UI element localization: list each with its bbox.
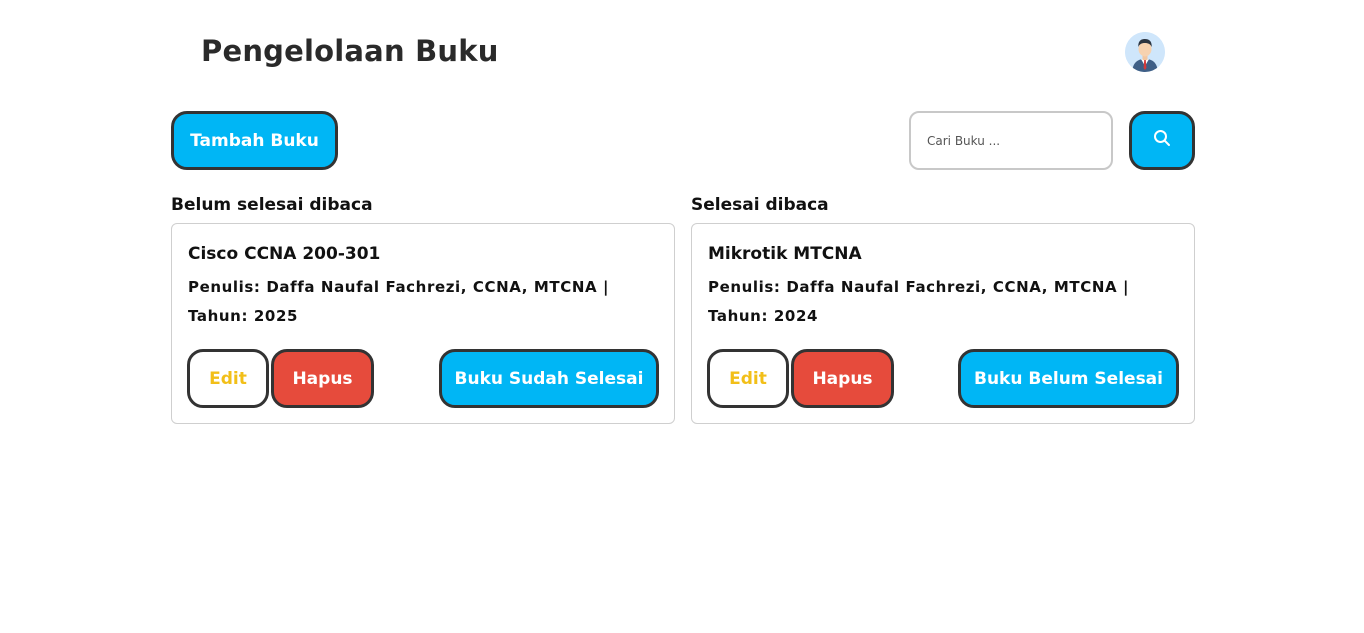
mark-finished-button[interactable]: Buku Sudah Selesai: [439, 349, 659, 408]
book-year: Tahun: 2025: [188, 307, 299, 325]
book-title: Mikrotik MTCNA: [708, 244, 862, 264]
book-year: Tahun: 2024: [708, 307, 819, 325]
search-button[interactable]: [1129, 111, 1195, 170]
book-author: Penulis: Daffa Naufal Fachrezi, CCNA, MT…: [708, 278, 1130, 296]
book-title: Cisco CCNA 200-301: [188, 244, 381, 264]
book-card: Cisco CCNA 200-301 Penulis: Daffa Naufal…: [171, 223, 675, 424]
search-input[interactable]: [909, 111, 1113, 170]
user-avatar-icon[interactable]: [1125, 32, 1165, 72]
section-title-finished: Selesai dibaca: [691, 195, 829, 215]
add-book-button[interactable]: Tambah Buku: [171, 111, 338, 170]
edit-button[interactable]: Edit: [707, 349, 789, 408]
search-icon: [1153, 129, 1171, 152]
book-card: Mikrotik MTCNA Penulis: Daffa Naufal Fac…: [691, 223, 1195, 424]
book-meta: Penulis: Daffa Naufal Fachrezi, CCNA, MT…: [708, 273, 1178, 331]
book-meta: Penulis: Daffa Naufal Fachrezi, CCNA, MT…: [188, 273, 658, 331]
page-title: Pengelolaan Buku: [201, 34, 499, 68]
mark-unfinished-button[interactable]: Buku Belum Selesai: [958, 349, 1179, 408]
book-author: Penulis: Daffa Naufal Fachrezi, CCNA, MT…: [188, 278, 610, 296]
delete-button[interactable]: Hapus: [271, 349, 374, 408]
edit-button[interactable]: Edit: [187, 349, 269, 408]
header: Pengelolaan Buku: [0, 0, 1364, 100]
delete-button[interactable]: Hapus: [791, 349, 894, 408]
section-title-unread: Belum selesai dibaca: [171, 195, 373, 215]
